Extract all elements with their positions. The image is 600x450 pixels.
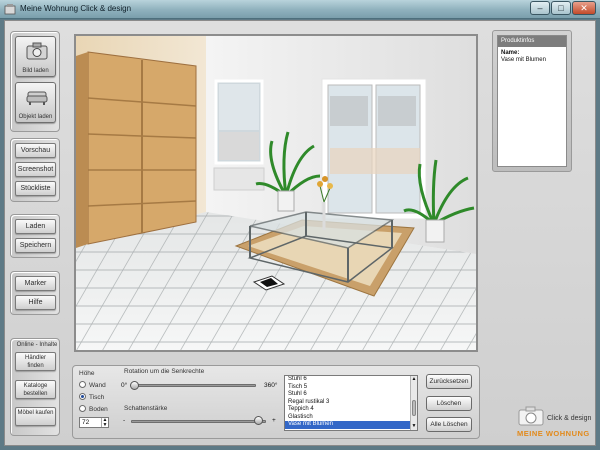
maximize-button[interactable]: □ xyxy=(551,1,571,15)
find-dealer-button[interactable]: Händler finden xyxy=(15,352,56,371)
close-button[interactable]: ✕ xyxy=(572,1,596,15)
object-list-item[interactable]: Stuhl 6 xyxy=(285,376,417,384)
minimize-button[interactable]: – xyxy=(530,1,550,15)
scrollbar-arrow-down-icon[interactable]: ▼ xyxy=(411,423,417,430)
object-list-item[interactable]: Teppich 4 xyxy=(285,406,417,414)
marker-button[interactable]: Marker xyxy=(15,276,56,291)
sofa-icon xyxy=(26,91,48,105)
bottom-control-panel xyxy=(72,365,480,439)
height-option-floor[interactable]: Boden xyxy=(79,405,108,413)
rotation-slider-thumb[interactable] xyxy=(130,381,139,390)
product-info-panel: Produktinfos Name: Vase mit Blumen xyxy=(492,30,572,172)
shadow-title: Schattenstärke xyxy=(124,405,168,412)
rotation-title: Rotation um die Senkrechte xyxy=(124,368,205,375)
radio-wall[interactable] xyxy=(79,381,86,388)
object-list-scrollbar[interactable]: ▲ ▼ xyxy=(410,376,417,430)
load-object-button[interactable]: Objekt laden xyxy=(15,82,56,123)
object-list-item[interactable]: Vase mit Blumen xyxy=(285,421,417,429)
room-viewport[interactable] xyxy=(74,34,478,352)
product-info-header: Produktinfos xyxy=(498,36,566,47)
brand-text: Click & design xyxy=(547,415,592,422)
load-button[interactable]: Laden xyxy=(15,219,56,234)
scrollbar-arrow-icon[interactable]: ▲ xyxy=(411,376,417,383)
minimize-icon: – xyxy=(537,3,543,13)
height-option-table[interactable]: Tisch xyxy=(79,393,104,401)
product-info-box: Produktinfos Name: Vase mit Blumen xyxy=(497,35,567,167)
reset-button[interactable]: Zurücksetzen xyxy=(426,374,472,389)
shadow-slider-track[interactable] xyxy=(131,420,266,423)
buy-furniture-button[interactable]: Möbel kaufen xyxy=(15,407,56,426)
delete-all-button[interactable]: Alle Löschen xyxy=(426,417,472,432)
parts-list-button[interactable]: Stückliste xyxy=(15,181,56,196)
preview-button[interactable]: Vorschau xyxy=(15,143,56,158)
scrollbar-thumb[interactable] xyxy=(412,400,416,416)
delete-button[interactable]: Löschen xyxy=(426,396,472,411)
load-image-button[interactable]: Bild laden xyxy=(15,36,56,77)
height-value-field[interactable]: 72 ▲ ▼ xyxy=(79,417,109,428)
brand-logo: MEINE WOHNUNG xyxy=(517,429,590,438)
close-icon: ✕ xyxy=(580,3,588,13)
height-option-wall[interactable]: Wand xyxy=(79,381,106,389)
product-name-label: Name: xyxy=(501,50,520,56)
height-value: 72 xyxy=(82,419,90,426)
object-list[interactable]: Stuhl 6 Tisch 5 Stuhl 6 Regal rustikal 3 Tep… xyxy=(284,375,418,431)
rotation-min-label: 0° xyxy=(121,382,128,389)
load-object-label: Objekt laden xyxy=(18,114,53,120)
app-icon xyxy=(4,4,16,15)
shadow-min-label: - xyxy=(123,417,126,424)
object-list-item[interactable]: Stuhl 6 xyxy=(285,391,417,399)
shadow-max-label: + xyxy=(272,417,276,424)
radio-table[interactable] xyxy=(79,393,86,400)
rotation-max-label: 360° xyxy=(264,382,278,389)
screenshot-button[interactable]: Screenshot xyxy=(15,162,56,177)
help-button[interactable]: Hilfe xyxy=(15,295,56,310)
window-title: Meine Wohnung Click & design xyxy=(20,4,132,13)
room-scene[interactable] xyxy=(76,36,476,350)
object-list-item[interactable]: Regal rustikal 3 xyxy=(285,399,417,407)
rotation-slider-track[interactable] xyxy=(131,384,256,387)
height-title: Höhe xyxy=(79,370,95,377)
order-catalogue-button[interactable]: Kataloge bestellen xyxy=(15,380,56,399)
online-section-title: Online - Inhalte xyxy=(16,342,58,348)
object-list-item[interactable]: Glastisch xyxy=(285,414,417,422)
camera-icon xyxy=(26,42,48,60)
product-name-value: Vase mit Blumen xyxy=(501,57,546,63)
title-bar: Meine Wohnung Click & design – □ ✕ xyxy=(0,0,600,19)
object-list-item[interactable]: Tisch 5 xyxy=(285,384,417,392)
radio-floor[interactable] xyxy=(79,405,86,412)
spinner-icon[interactable]: ▲ ▼ xyxy=(101,418,108,427)
maximize-icon: □ xyxy=(558,3,564,13)
camera-logo-icon xyxy=(518,406,544,426)
load-image-label: Bild laden xyxy=(22,68,49,74)
save-button[interactable]: Speichern xyxy=(15,238,56,253)
